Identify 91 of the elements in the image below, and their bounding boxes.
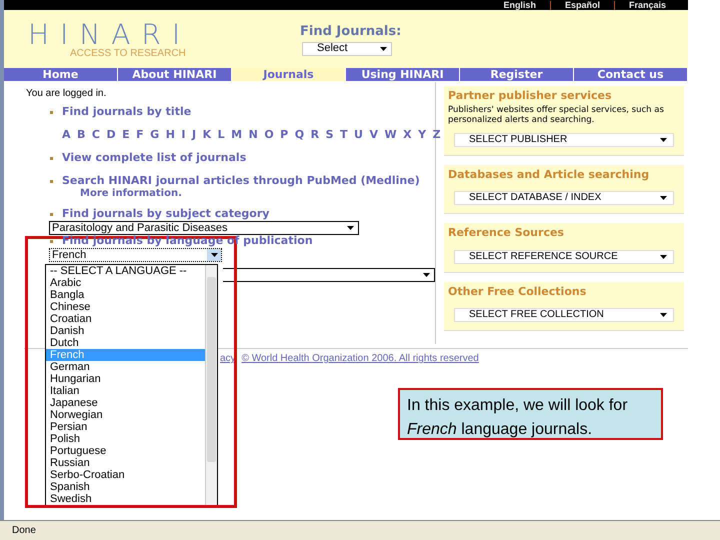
alphabet-link[interactable]: H (166, 126, 175, 144)
callout-text: In this example, we will look for French language journals. (407, 397, 628, 438)
caret-icon (660, 313, 667, 317)
journals-select[interactable]: Select (302, 42, 392, 56)
alphabet-link[interactable]: F (136, 126, 144, 144)
language-link[interactable]: English (489, 0, 550, 10)
logo-tagline: ACCESS TO RESEARCH (70, 48, 186, 60)
panel-heading: Other Free Collections (448, 284, 588, 300)
caret-icon (423, 273, 430, 277)
journal-link[interactable]: Search HINARI journal articles through PubMed (Medline) (62, 172, 420, 190)
panel-heading: Reference Sources (448, 225, 565, 241)
panel-heading: Databases and Article searching (448, 166, 650, 182)
alphabet-link[interactable]: J (192, 126, 196, 144)
language-option[interactable]: Hungarian (46, 373, 205, 385)
subject-select[interactable]: Parasitology and Parasitic Diseases (49, 221, 359, 235)
alphabet-link[interactable]: Q (294, 126, 304, 144)
status-bar: Done (0, 520, 720, 540)
language-option[interactable]: Swedish (46, 493, 205, 505)
language-select[interactable]: French (49, 248, 222, 262)
panel-select[interactable]: SELECT REFERENCE SOURCE (454, 250, 674, 264)
alphabet-link[interactable]: P (280, 126, 288, 144)
language-option[interactable]: Persian (46, 421, 205, 433)
language-option[interactable]: Chinese (46, 301, 205, 313)
language-option[interactable]: Norwegian (46, 409, 205, 421)
caret-icon (347, 226, 354, 230)
nav-tab[interactable]: Journals (232, 68, 346, 81)
panel-select[interactable]: SELECT DATABASE / INDEX (454, 191, 674, 205)
alphabet-link[interactable]: W (384, 126, 397, 144)
copyright-text: © World Health Organization 2006. All rights reserved (242, 352, 479, 366)
journal-link[interactable]: View complete list of journals (62, 150, 246, 166)
language-option[interactable]: French (46, 349, 205, 361)
more-info-link[interactable]: More information. (80, 189, 435, 199)
journal-select[interactable] (223, 268, 435, 282)
language-option[interactable]: Arabic (46, 277, 205, 289)
caret-icon (210, 253, 218, 257)
nav-tab[interactable]: Home (4, 68, 118, 81)
alphabet-link[interactable]: E (122, 126, 130, 144)
find-journals-label: Find Journals: (300, 23, 402, 42)
alphabet-link[interactable]: O (264, 126, 274, 144)
alphabet-link[interactable]: Y (418, 126, 426, 144)
panel-description: Publishers' websites offer special services, such as personalized alerts and searching. (448, 104, 665, 124)
alphabet-link[interactable]: M (231, 126, 242, 144)
language-option[interactable]: Russian (46, 457, 205, 469)
alphabet-link[interactable]: B (77, 126, 86, 144)
bullet-icon (50, 240, 53, 243)
alphabet-link[interactable]: X (403, 126, 412, 144)
alphabet-link[interactable]: L (218, 126, 225, 144)
bullet-icon (50, 156, 53, 160)
language-option[interactable]: Bangla (46, 289, 205, 301)
alphabet-link[interactable]: K (202, 126, 212, 144)
alphabet-link[interactable]: R (310, 126, 320, 144)
bullet-icon (50, 212, 53, 216)
journal-link[interactable]: Find journals by subject category (62, 206, 270, 222)
language-option[interactable]: Serbo-Croatian (46, 469, 205, 481)
nav-tab[interactable]: Contact us (574, 68, 688, 81)
caret-icon (660, 196, 667, 200)
alphabet-link[interactable]: N (248, 126, 258, 144)
panel-select[interactable]: SELECT PUBLISHER (454, 132, 674, 146)
caret-icon (660, 138, 667, 142)
journal-link[interactable]: Find journals by title (62, 104, 192, 120)
alphabet-link[interactable]: C (92, 126, 100, 144)
scrollbar[interactable] (205, 265, 217, 506)
language-option[interactable]: Japanese (46, 397, 205, 409)
alphabet-link[interactable]: Z (432, 126, 441, 144)
language-option[interactable]: Croatian (46, 313, 205, 325)
language-option[interactable]: Polish (46, 433, 205, 445)
panel-select[interactable]: SELECT FREE COLLECTION (454, 308, 674, 322)
caret-icon (660, 254, 667, 258)
login-status: You are logged in. (26, 87, 108, 100)
language-option[interactable]: Portuguese (46, 445, 205, 457)
nav-tab[interactable]: Register (460, 68, 574, 81)
language-list[interactable]: -- SELECT A LANGUAGE -- Arabic Bangla Chinese Croatian Danish Dutch French German Hungarian Italian Japanese Norwegian Persian Polish Portuguese Russian Serbo-Croatian Spanish Swedish (45, 264, 218, 507)
language-option[interactable]: -- SELECT A LANGUAGE -- (46, 265, 205, 277)
bullet-icon (50, 110, 53, 114)
alphabet-link[interactable]: I (181, 126, 186, 144)
alphabet-link[interactable]: V (369, 126, 378, 144)
language-option[interactable]: Dutch (46, 337, 205, 349)
alphabet-link[interactable]: D (106, 126, 116, 144)
caret-icon (380, 46, 387, 51)
alphabet-link[interactable]: S (326, 126, 334, 144)
language-option[interactable]: Danish (46, 325, 205, 337)
alphabet-link[interactable]: U (354, 126, 363, 144)
language-option[interactable]: Spanish (46, 481, 205, 493)
nav-tab[interactable]: Using HINARI (346, 68, 460, 81)
language-option[interactable]: Italian (46, 385, 205, 397)
panel-heading: Partner publisher services (448, 88, 613, 104)
alphabet-link[interactable]: T (340, 126, 348, 144)
language-option[interactable]: German (46, 361, 205, 373)
alphabet-link[interactable]: A (62, 126, 71, 144)
bullet-icon (50, 180, 53, 182)
alphabet-link[interactable]: G (150, 126, 160, 144)
